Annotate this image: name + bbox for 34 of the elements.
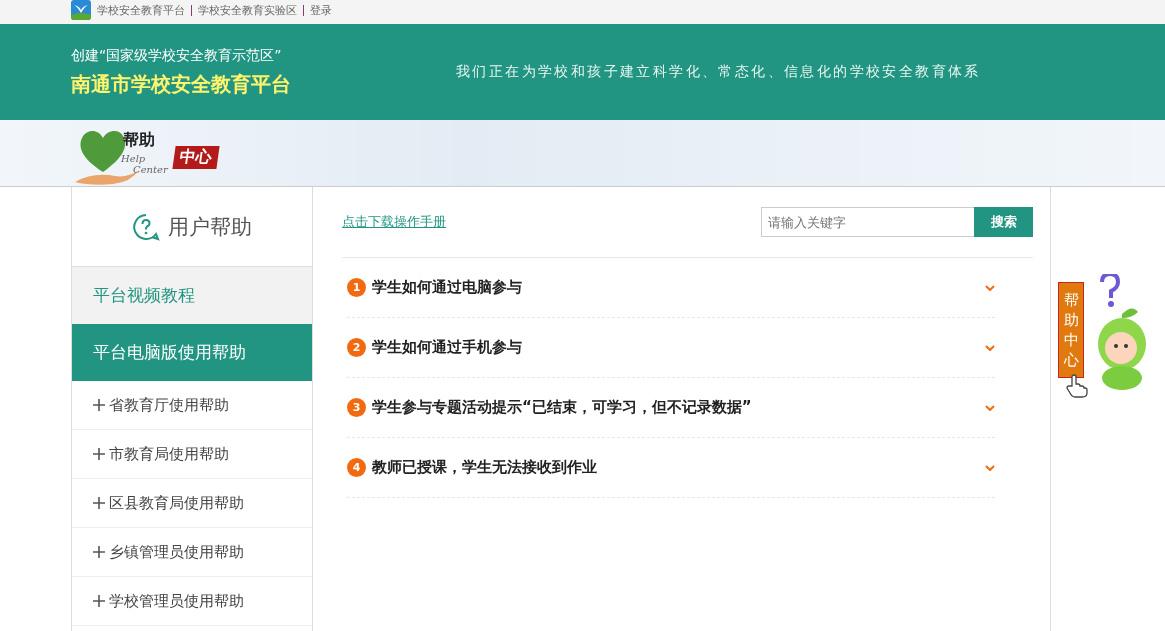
chevron-down-icon[interactable] (985, 404, 995, 411)
faq-question[interactable]: 学生如何通过电脑参与 (372, 278, 979, 297)
sidebar-item[interactable]: 乡镇管理员使用帮助 (109, 542, 244, 562)
logo-text: Center (133, 164, 168, 175)
top-link[interactable]: 登录 (310, 2, 332, 18)
sidebar-item[interactable]: 省教育厅使用帮助 (109, 395, 229, 415)
sidebar-item[interactable]: 学校管理员使用帮助 (109, 591, 244, 611)
number-badge: 3 (347, 398, 366, 417)
pointer-hand-icon (1066, 374, 1088, 398)
chevron-down-icon[interactable] (985, 464, 995, 471)
header-subtitle: 创建“国家级学校安全教育示范区” (71, 46, 283, 65)
chevron-down-icon[interactable] (985, 284, 995, 291)
sidebar-item[interactable]: 区县教育局使用帮助 (109, 493, 244, 513)
logo-text: 帮助 (123, 130, 155, 151)
site-title: 南通市学校安全教育平台 (71, 70, 292, 98)
logo-text: Help (121, 153, 146, 164)
search-button[interactable]: 搜索 (974, 207, 1033, 237)
sidebar-title: 用户帮助 (168, 213, 252, 241)
number-badge: 2 (347, 338, 366, 357)
number-badge: 4 (347, 458, 366, 477)
chevron-down-icon[interactable] (985, 344, 995, 351)
faq-question[interactable]: 学生参与专题活动提示“已结束，可学习，但不记录数据” (372, 398, 979, 417)
sidebar-item[interactable]: 市教育局使用帮助 (109, 444, 229, 464)
download-link[interactable]: 点击下载操作手册 (342, 213, 446, 231)
faq-question[interactable]: 教师已授课，学生无法接收到作业 (372, 458, 979, 477)
logo-badge: 中心 (172, 146, 220, 169)
number-badge: 1 (347, 278, 366, 297)
faq-question[interactable]: 学生如何通过手机参与 (372, 338, 979, 357)
top-link[interactable]: 学校安全教育实验区 (198, 2, 297, 18)
header-slogan: 我们正在为学校和孩子建立科学化、常态化、信息化的学校安全教育体系 (456, 63, 981, 81)
help-icon (132, 212, 160, 241)
sidebar-item[interactable]: 平台电脑版使用帮助 (72, 324, 312, 381)
top-link[interactable]: 学校安全教育平台 (97, 2, 185, 18)
search-field[interactable]: 请输入关键字 (761, 207, 974, 237)
